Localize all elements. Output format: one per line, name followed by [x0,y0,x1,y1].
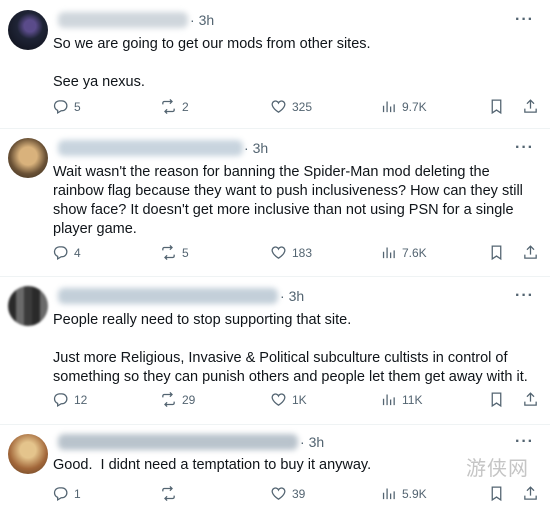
views-count: 9.7K [402,99,427,114]
bookmark-icon [491,99,502,115]
avatar[interactable] [8,434,48,474]
like-button[interactable]: 325 [270,98,312,115]
repost-count: 5 [182,245,189,260]
repost-count: 29 [182,392,196,407]
views-count: 11K [402,392,423,407]
like-button[interactable]: 39 [270,485,305,502]
like-icon [271,487,286,500]
like-count: 39 [292,486,306,501]
views-icon [382,394,395,406]
tweet-actions: 5 2 325 9.7K [52,98,542,118]
avatar[interactable] [8,286,48,326]
reply-count: 12 [74,392,88,407]
reply-icon [53,393,68,408]
reply-button[interactable]: 5 [52,98,81,115]
repost-button[interactable]: 29 [160,391,195,408]
like-count: 1K [292,392,307,407]
repost-icon [162,485,175,502]
bookmark-button[interactable] [488,98,505,115]
views-icon [382,488,395,500]
views-count: 7.6K [402,245,427,260]
bookmark-icon [491,392,502,408]
share-button[interactable] [522,485,539,502]
repost-button[interactable] [160,485,182,502]
repost-icon [162,244,175,261]
tweet[interactable]: · 3h ··· People really need to stop supp… [0,276,550,425]
reply-count: 5 [74,99,81,114]
share-icon [524,486,537,500]
share-icon [524,245,537,259]
like-icon [271,393,286,406]
views-button[interactable]: 9.7K [380,98,427,115]
like-button[interactable]: 1K [270,391,307,408]
tweet-actions: 12 29 1K 11K [52,391,542,411]
blurred-username [58,12,188,28]
bookmark-button[interactable] [488,244,505,261]
more-icon[interactable]: ··· [515,433,534,451]
reply-icon [53,100,68,115]
reply-count: 1 [74,486,81,501]
reply-button[interactable]: 4 [52,244,81,261]
tweet-time: · 3h [300,434,325,450]
reply-button[interactable]: 12 [52,391,87,408]
tweet-actions: 1 39 5.9K [52,485,542,505]
share-button[interactable] [522,391,539,408]
watermark: 游侠网 [466,456,529,480]
views-button[interactable]: 5.9K [380,485,427,502]
like-icon [271,246,286,259]
reply-button[interactable]: 1 [52,485,81,502]
repost-button[interactable]: 2 [160,98,189,115]
bookmark-button[interactable] [488,391,505,408]
repost-icon [162,391,175,408]
tweet-actions: 4 5 183 7.6K [52,244,542,264]
like-button[interactable]: 183 [270,244,312,261]
share-icon [524,392,537,406]
avatar[interactable] [8,10,48,50]
share-button[interactable] [522,98,539,115]
tweet-time: · 3h [190,12,215,28]
reply-icon [53,246,68,261]
tweet[interactable]: · 3h ··· Wait wasn't the reason for bann… [0,128,550,277]
tweet-time: · 3h [280,288,305,304]
blurred-username [58,140,243,156]
tweet-text: Good. I didnt need a temptation to buy i… [53,457,372,473]
more-icon[interactable]: ··· [515,11,534,29]
views-icon [382,247,395,259]
views-button[interactable]: 7.6K [380,244,427,261]
tweet-text: Wait wasn't the reason for banning the S… [53,164,527,237]
repost-button[interactable]: 5 [160,244,189,261]
bookmark-icon [491,486,502,502]
reply-icon [53,487,68,502]
like-count: 183 [292,245,313,260]
blurred-username [58,288,278,304]
views-count: 5.9K [402,486,427,501]
like-count: 325 [292,99,313,114]
repost-count: 2 [182,99,189,114]
tweet-text: So we are going to get our mods from oth… [53,36,371,90]
more-icon[interactable]: ··· [515,287,534,305]
views-button[interactable]: 11K [380,391,422,408]
like-icon [271,100,286,113]
tweet[interactable]: · 3h ··· So we are going to get our mods… [0,0,550,129]
share-icon [524,99,537,113]
bookmark-button[interactable] [488,485,505,502]
blurred-username [58,434,298,450]
avatar[interactable] [8,138,48,178]
repost-icon [162,98,175,115]
reply-count: 4 [74,245,81,260]
more-icon[interactable]: ··· [515,139,534,157]
views-icon [382,101,395,113]
share-button[interactable] [522,244,539,261]
tweet-text: People really need to stop supporting th… [53,312,528,385]
bookmark-icon [491,245,502,261]
tweet-time: · 3h [244,140,269,156]
